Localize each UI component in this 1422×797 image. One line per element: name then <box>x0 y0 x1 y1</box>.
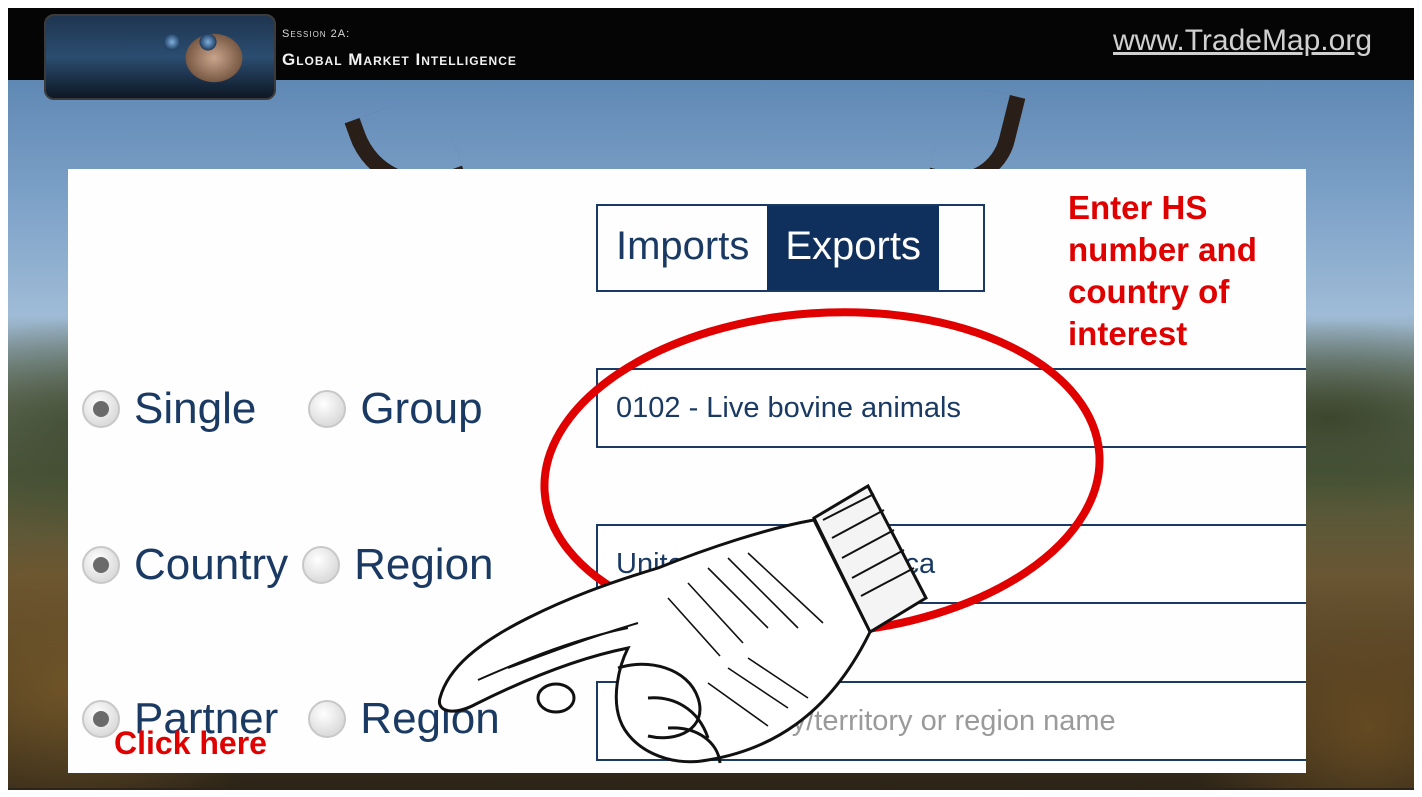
trademap-link[interactable]: www.TradeMap.org <box>1113 24 1372 58</box>
group-label[interactable]: Group <box>360 384 482 434</box>
session-label: Session 2A: <box>282 28 351 40</box>
trademap-search-panel: Imports Exports Enter HS number and coun… <box>68 169 1306 773</box>
product-field[interactable] <box>596 368 1306 448</box>
partner-region-radio[interactable] <box>308 700 347 738</box>
tab-imports[interactable]: Imports <box>598 206 767 290</box>
country-region-label[interactable]: Region <box>354 540 493 590</box>
country-label[interactable]: Country <box>134 540 288 590</box>
click-here-annotation: Click here <box>114 725 267 761</box>
country-radio[interactable] <box>82 546 120 584</box>
binoculars-icon <box>158 28 228 56</box>
partner-input[interactable] <box>598 683 1306 759</box>
group-radio[interactable] <box>308 390 347 428</box>
single-radio[interactable] <box>82 390 120 428</box>
country-field[interactable] <box>596 524 1306 604</box>
country-region-radio[interactable] <box>302 546 341 584</box>
product-scope-row: Single Group <box>82 379 483 439</box>
partner-region-label[interactable]: Region <box>360 694 499 744</box>
product-input[interactable] <box>598 370 1306 446</box>
country-scope-row: Country Region <box>82 535 494 595</box>
single-label[interactable]: Single <box>134 384 256 434</box>
enter-hs-annotation: Enter HS number and country of interest <box>1068 189 1257 352</box>
partner-field[interactable] <box>596 681 1306 761</box>
country-input[interactable] <box>598 526 1306 602</box>
session-title: Global Market Intelligence <box>282 50 517 69</box>
binoculars-logo <box>44 14 276 100</box>
slide-frame: Session 2A: Global Market Intelligence w… <box>8 8 1414 790</box>
tab-exports[interactable]: Exports <box>767 206 939 290</box>
trade-flow-tabs: Imports Exports <box>596 204 985 292</box>
